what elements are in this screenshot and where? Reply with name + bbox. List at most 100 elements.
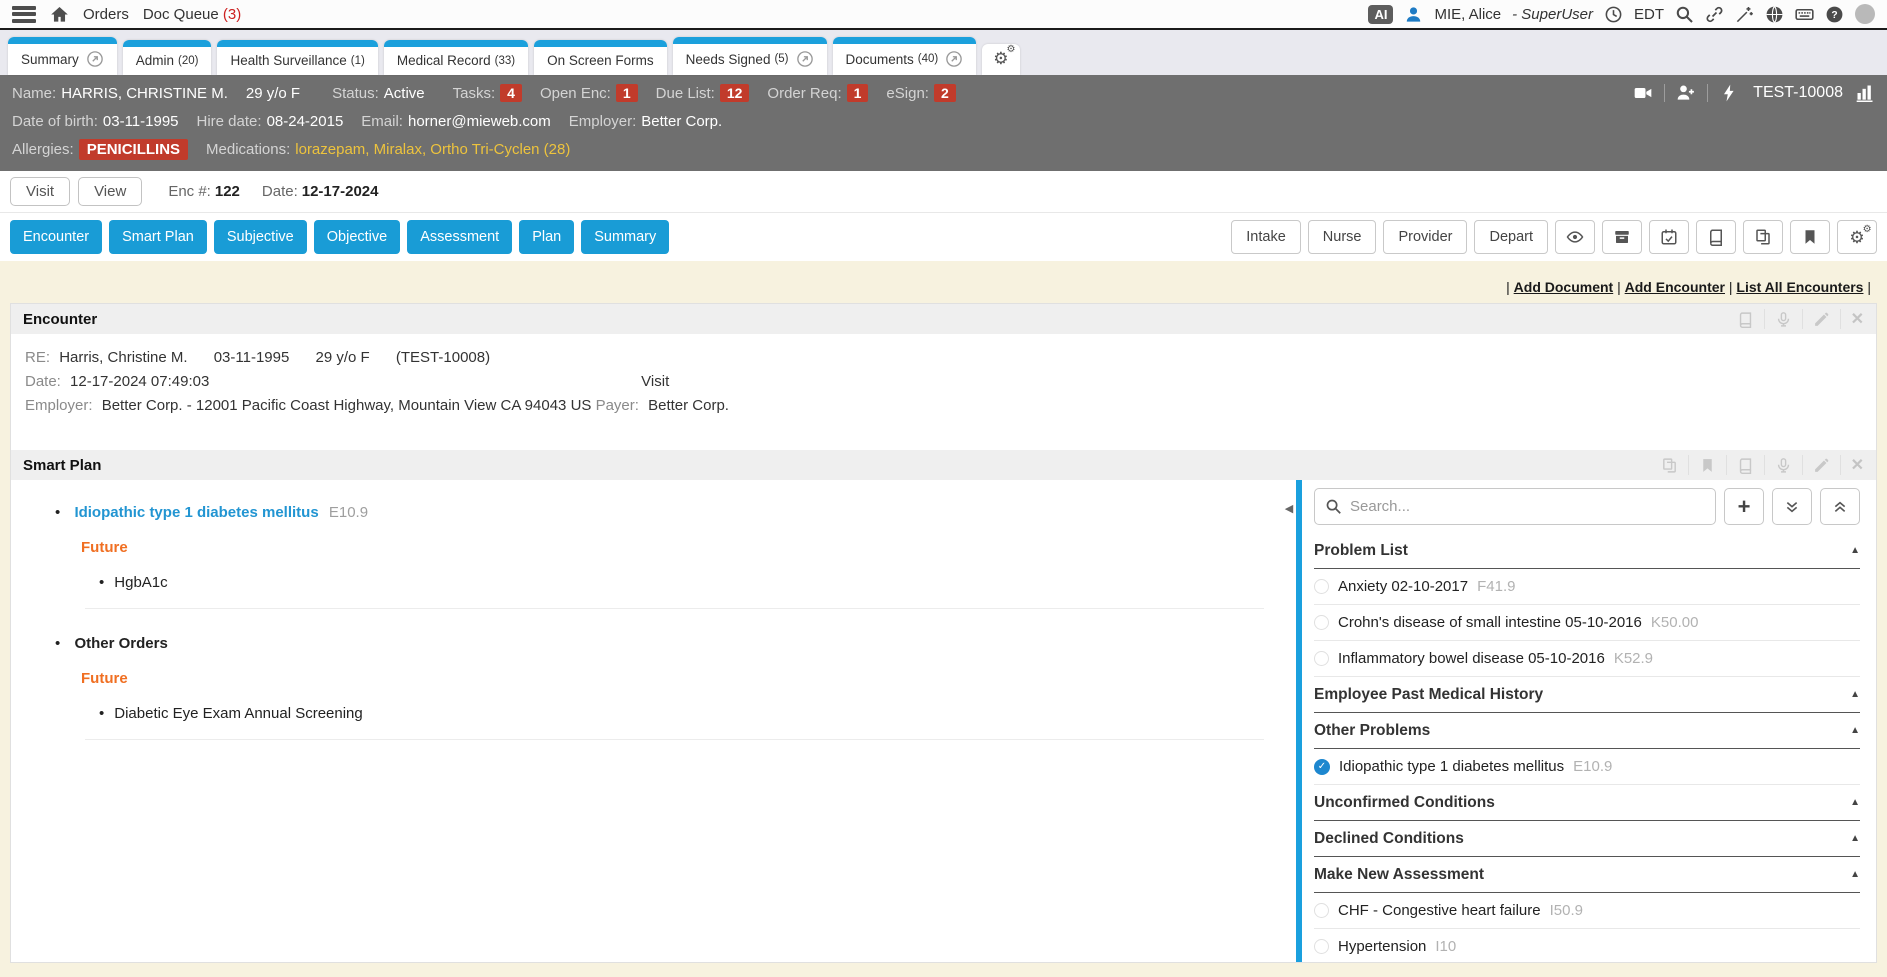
allergy-badge[interactable]: PENICILLINS (79, 139, 188, 160)
section-header-declined-conditions[interactable]: Declined Conditions ▲ (1314, 821, 1860, 857)
patient-email[interactable]: horner@mieweb.com (408, 113, 551, 130)
nav-doc-queue[interactable]: Doc Queue (3) (143, 6, 241, 23)
order-item[interactable]: •HgbA1c (99, 574, 1264, 591)
pencil-icon[interactable] (1813, 457, 1830, 474)
open-enc-badge[interactable]: 1 (616, 84, 638, 102)
unchecked-circle-icon[interactable] (1314, 651, 1329, 666)
home-icon[interactable] (50, 5, 69, 24)
timezone-label[interactable]: EDT (1634, 6, 1664, 23)
video-camera-icon[interactable] (1633, 83, 1653, 103)
add-encounter-link[interactable]: Add Encounter (1625, 279, 1725, 295)
bookmark-icon[interactable] (1699, 457, 1716, 474)
order-req-badge[interactable]: 1 (847, 84, 869, 102)
intake-button[interactable]: Intake (1231, 220, 1301, 254)
nurse-button[interactable]: Nurse (1308, 220, 1377, 254)
problem-link[interactable]: Idiopathic type 1 diabetes mellitus (74, 504, 318, 521)
provider-button[interactable]: Provider (1383, 220, 1467, 254)
section-header-other-problems[interactable]: Other Problems ▲ (1314, 713, 1860, 749)
globe-icon[interactable] (1765, 5, 1784, 24)
unchecked-circle-icon[interactable] (1314, 939, 1329, 954)
book-icon[interactable] (1737, 311, 1754, 328)
collapse-panel-arrow[interactable]: ◀ (1282, 480, 1296, 963)
tab-admin[interactable]: Admin (20) (123, 40, 212, 75)
search-input[interactable] (1350, 498, 1705, 515)
user-icon[interactable] (1404, 5, 1423, 24)
esign-badge[interactable]: 2 (934, 84, 956, 102)
keyboard-icon[interactable] (1795, 5, 1814, 24)
collapse-all-button[interactable] (1820, 488, 1860, 525)
plan-button[interactable]: Plan (519, 220, 574, 254)
tab-settings[interactable]: ⚙⚙ (982, 44, 1019, 75)
microphone-icon[interactable] (1775, 457, 1792, 474)
ai-badge[interactable]: AI (1368, 5, 1393, 24)
search-icon[interactable] (1675, 5, 1694, 24)
unchecked-circle-icon[interactable] (1314, 579, 1329, 594)
add-problem-button[interactable]: + (1724, 488, 1764, 525)
problem-item-selected[interactable]: ✓ Idiopathic type 1 diabetes mellitus E1… (1314, 749, 1860, 785)
problem-item[interactable]: CHF - Congestive heart failure I50.9 (1314, 893, 1860, 929)
smart-plan-button[interactable]: Smart Plan (109, 220, 207, 254)
search-box[interactable] (1314, 488, 1716, 525)
lightning-icon[interactable] (1719, 83, 1739, 103)
order-item[interactable]: •Diabetic Eye Exam Annual Screening (99, 705, 1264, 722)
problem-item[interactable]: Anxiety 02-10-2017 F41.9 (1314, 569, 1860, 605)
checked-circle-icon[interactable]: ✓ (1314, 759, 1330, 775)
flowsheet-chart-icon[interactable] (1855, 83, 1875, 103)
user-name[interactable]: MIE, Alice (1434, 6, 1501, 23)
depart-button[interactable]: Depart (1474, 220, 1548, 254)
settings-button[interactable]: ⚙⚙ (1837, 220, 1877, 254)
nav-orders[interactable]: Orders (83, 6, 129, 23)
encounter-button[interactable]: Encounter (10, 220, 102, 254)
medications-list[interactable]: lorazepam, Miralax, Ortho Tri-Cyclen (28… (295, 141, 570, 158)
popout-icon[interactable] (796, 50, 814, 68)
due-list-badge[interactable]: 12 (720, 84, 750, 102)
problem-item[interactable]: Hypertension I10 (1314, 929, 1860, 963)
section-header-problem-list[interactable]: Problem List ▲ (1314, 533, 1860, 569)
tab-needs-signed[interactable]: Needs Signed (5) (673, 37, 827, 75)
avatar[interactable] (1855, 4, 1875, 24)
tab-medical-record[interactable]: Medical Record (33) (384, 40, 528, 75)
tab-documents[interactable]: Documents (40) (833, 37, 977, 75)
section-header-past-medical-history[interactable]: Employee Past Medical History ▲ (1314, 677, 1860, 713)
tab-summary[interactable]: Summary (8, 37, 117, 75)
help-icon[interactable]: ? (1825, 5, 1844, 24)
tab-health-surveillance[interactable]: Health Surveillance (1) (217, 40, 377, 75)
add-document-link[interactable]: Add Document (1514, 279, 1614, 295)
hamburger-menu-icon[interactable] (12, 6, 36, 23)
copy-button[interactable] (1743, 220, 1783, 254)
eye-button[interactable] (1555, 220, 1595, 254)
summary-button[interactable]: Summary (581, 220, 669, 254)
link-icon[interactable] (1705, 5, 1724, 24)
calendar-button[interactable] (1649, 220, 1689, 254)
expand-all-button[interactable] (1772, 488, 1812, 525)
subjective-button[interactable]: Subjective (214, 220, 307, 254)
tab-on-screen-forms[interactable]: On Screen Forms (534, 40, 667, 75)
archive-button[interactable] (1602, 220, 1642, 254)
pencil-icon[interactable] (1813, 311, 1830, 328)
microphone-icon[interactable] (1775, 311, 1792, 328)
patient-name[interactable]: HARRIS, CHRISTINE M. (61, 85, 228, 102)
encounters-book-button[interactable] (1696, 220, 1736, 254)
book-icon[interactable] (1737, 457, 1754, 474)
assessment-button[interactable]: Assessment (407, 220, 512, 254)
close-icon[interactable]: ✕ (1851, 309, 1864, 329)
copy-icon[interactable] (1661, 457, 1678, 474)
section-header-make-new-assessment[interactable]: Make New Assessment ▲ (1314, 857, 1860, 893)
clock-icon[interactable] (1604, 5, 1623, 24)
add-person-icon[interactable] (1676, 83, 1696, 103)
visit-button[interactable]: Visit (10, 177, 70, 206)
problem-item[interactable]: Crohn's disease of small intestine 05-10… (1314, 605, 1860, 641)
view-button[interactable]: View (78, 177, 142, 206)
tasks-badge[interactable]: 4 (500, 84, 522, 102)
close-icon[interactable]: ✕ (1851, 455, 1864, 475)
popout-icon[interactable] (945, 50, 963, 68)
popout-icon[interactable] (86, 50, 104, 68)
unchecked-circle-icon[interactable] (1314, 903, 1329, 918)
list-all-encounters-link[interactable]: List All Encounters (1736, 279, 1863, 295)
bookmark-button[interactable] (1790, 220, 1830, 254)
problem-item[interactable]: Inflammatory bowel disease 05-10-2016 K5… (1314, 641, 1860, 677)
section-header-unconfirmed-conditions[interactable]: Unconfirmed Conditions ▲ (1314, 785, 1860, 821)
unchecked-circle-icon[interactable] (1314, 615, 1329, 630)
objective-button[interactable]: Objective (314, 220, 400, 254)
wand-icon[interactable] (1735, 5, 1754, 24)
